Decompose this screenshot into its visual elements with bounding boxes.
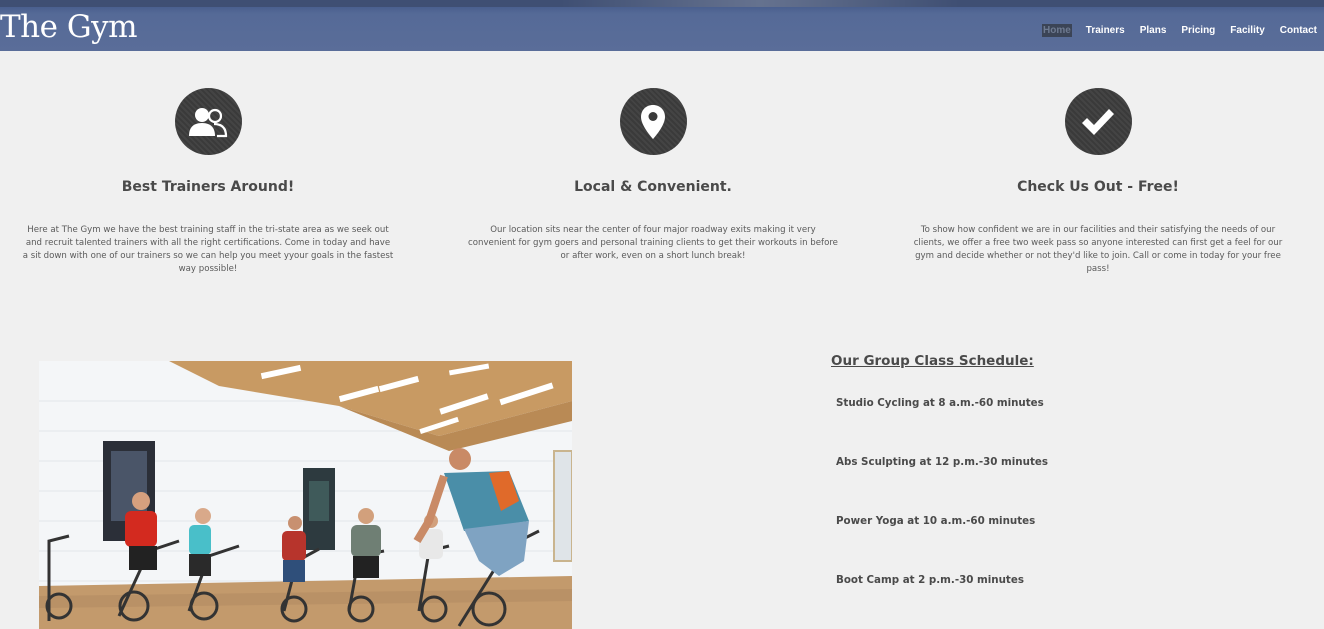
feature-icon-circle	[619, 88, 687, 155]
feature-trainers: Best Trainers Around! Here at The Gym we…	[18, 88, 398, 276]
nav-plans[interactable]: Plans	[1139, 24, 1168, 37]
site-header: The Gym Home Trainers Plans Pricing Faci…	[0, 0, 1324, 51]
feature-title: Check Us Out - Free!	[1017, 179, 1179, 195]
nav-trainers[interactable]: Trainers	[1085, 24, 1126, 37]
checkmark-icon	[1082, 108, 1114, 135]
feature-icon-circle	[1064, 88, 1132, 155]
users-icon	[189, 107, 228, 137]
feature-icon-circle	[174, 88, 242, 155]
schedule-item: Boot Camp at 2 p.m.-30 minutes	[836, 574, 1024, 586]
feature-title: Local & Convenient.	[574, 179, 732, 195]
feature-free-pass: Check Us Out - Free! To show how confide…	[908, 88, 1288, 276]
nav-facility[interactable]: Facility	[1229, 24, 1265, 37]
feature-title: Best Trainers Around!	[121, 179, 295, 195]
nav-contact[interactable]: Contact	[1279, 24, 1318, 37]
spin-class-photo	[39, 361, 572, 629]
site-logo[interactable]: The Gym	[0, 9, 138, 45]
nav-home[interactable]: Home	[1041, 24, 1072, 37]
schedule-item: Power Yoga at 10 a.m.-60 minutes	[836, 515, 1036, 527]
schedule-item: Abs Sculpting at 12 p.m.-30 minutes	[836, 456, 1048, 468]
main-nav: Home Trainers Plans Pricing Facility Con…	[1041, 24, 1318, 37]
feature-location: Local & Convenient. Our location sits ne…	[463, 88, 843, 263]
class-schedule: Our Group Class Schedule: Studio Cycling…	[831, 353, 1251, 629]
schedule-item: Studio Cycling at 8 a.m.-60 minutes	[836, 397, 1044, 409]
nav-pricing[interactable]: Pricing	[1180, 24, 1216, 37]
schedule-list: Studio Cycling at 8 a.m.-60 minutes Abs …	[831, 396, 1251, 629]
map-pin-icon	[641, 104, 665, 139]
feature-text: Here at The Gym we have the best trainin…	[22, 225, 394, 274]
schedule-title: Our Group Class Schedule:	[831, 353, 1034, 369]
feature-text: To show how confident we are in our faci…	[913, 225, 1283, 274]
feature-text: Our location sits near the center of fou…	[468, 225, 838, 261]
